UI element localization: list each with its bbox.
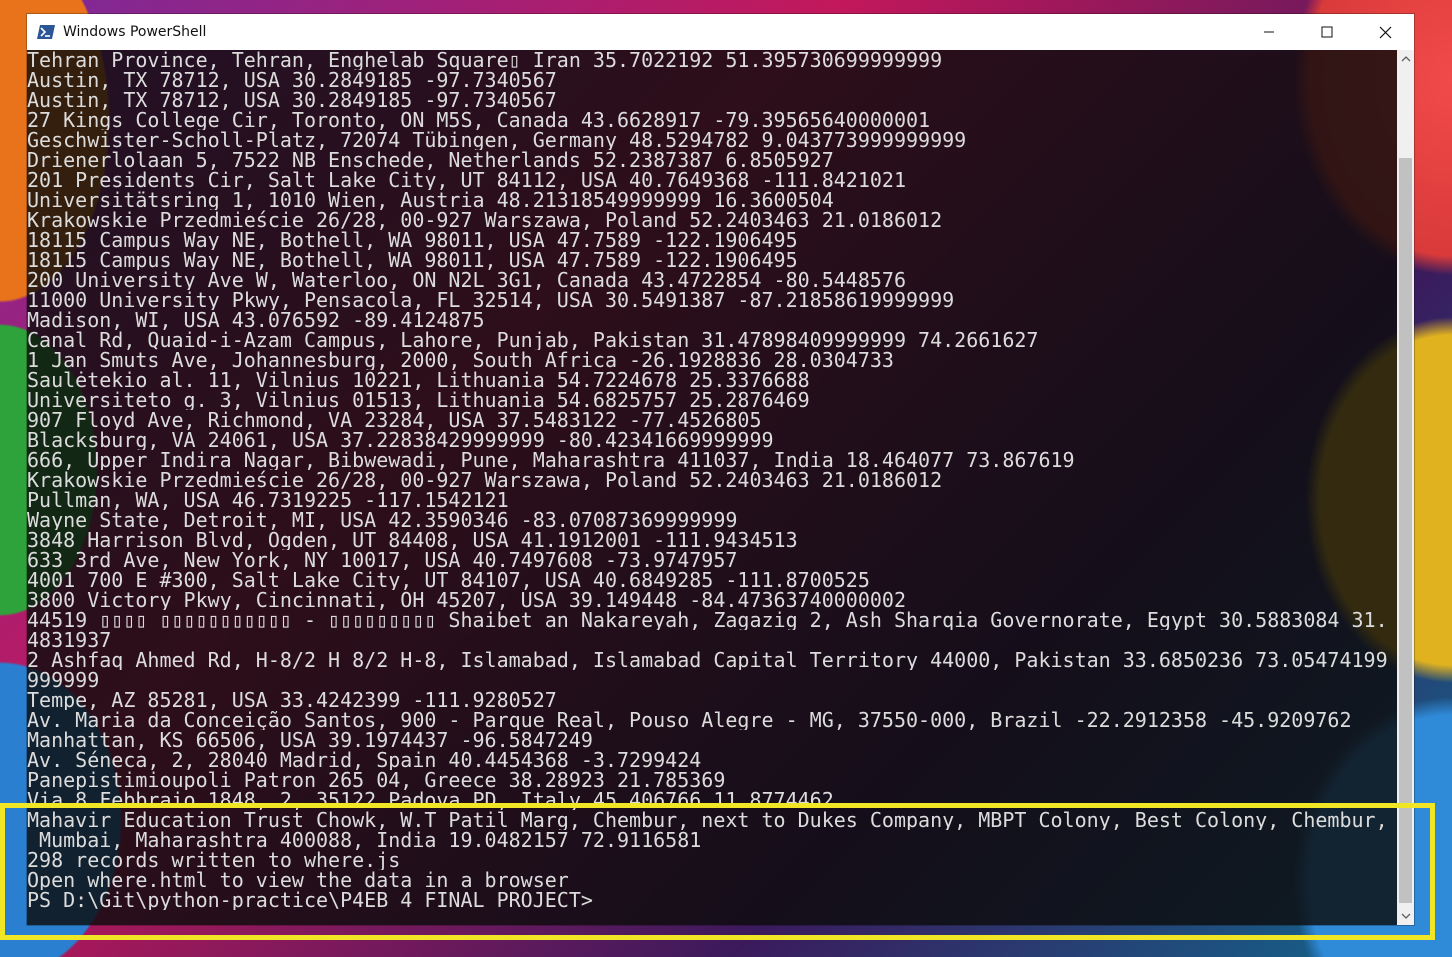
terminal-line: 201 Presidents Cir, Salt Lake City, UT 8…: [27, 170, 906, 190]
terminal-line: 907 Floyd Ave, Richmond, VA 23284, USA 3…: [27, 410, 762, 430]
terminal-output[interactable]: Tehran Province, Tehran, Enghelab Square…: [27, 50, 1397, 925]
minimize-icon[interactable]: [1240, 14, 1298, 50]
terminal-line: 4831937: [27, 630, 112, 650]
terminal-line: 1 Jan Smuts Ave, Johannesburg, 2000, Sou…: [27, 350, 894, 370]
close-icon[interactable]: [1356, 14, 1414, 50]
powershell-icon: [37, 25, 55, 39]
window-title: Windows PowerShell: [63, 24, 207, 40]
terminal-line: 3800 Victory Pkwy, Cincinnati, OH 45207,…: [27, 590, 906, 610]
title-bar[interactable]: Windows PowerShell: [27, 14, 1414, 50]
terminal-line: 18115 Campus Way NE, Bothell, WA 98011, …: [27, 250, 798, 270]
terminal-lines: Tehran Province, Tehran, Enghelab Square…: [27, 50, 1388, 910]
terminal-line: 666, Upper Indira Nagar, Bibwewadi, Pune…: [27, 450, 1075, 470]
terminal-line: Saulėtekio al. 11, Vilnius 10221, Lithua…: [27, 370, 810, 390]
terminal-line: Universiteto g. 3, Vilnius 01513, Lithua…: [27, 390, 810, 410]
terminal-line: Mumbai, Maharashtra 400088, India 19.048…: [27, 830, 702, 850]
terminal-line: 999999: [27, 670, 100, 690]
terminal-line: Krakowskie Przedmieście 26/28, 00-927 Wa…: [27, 470, 943, 490]
terminal-line: Av. Maria da Conceição Santos, 900 - Par…: [27, 710, 1352, 730]
terminal-line: Austin, TX 78712, USA 30.2849185 -97.734…: [27, 70, 557, 90]
terminal-line: 2 Ashfaq Ahmed Rd, H-8/2 H 8/2 H-8, Isla…: [27, 650, 1388, 670]
terminal-line: 11000 University Pkwy, Pensacola, FL 325…: [27, 290, 955, 310]
terminal-line: Manhattan, KS 66506, USA 39.1974437 -96.…: [27, 730, 593, 750]
terminal-line: 3848 Harrison Blvd, Ogden, UT 84408, USA…: [27, 530, 798, 550]
terminal-line: 633 3rd Ave, New York, NY 10017, USA 40.…: [27, 550, 738, 570]
terminal-line: Canal Rd, Quaid-i-Azam Campus, Lahore, P…: [27, 330, 1039, 350]
terminal-line: Tempe, AZ 85281, USA 33.4242399 -111.928…: [27, 690, 557, 710]
terminal-line: Geschwister-Scholl-Platz, 72074 Tübingen…: [27, 130, 967, 150]
scrollbar-thumb[interactable]: [1399, 158, 1412, 903]
terminal-line: Panepistimioupoli Patron 265 04, Greece …: [27, 770, 726, 790]
terminal-line: Austin, TX 78712, USA 30.2849185 -97.734…: [27, 90, 557, 110]
terminal-line: 200 University Ave W, Waterloo, ON N2L 3…: [27, 270, 906, 290]
maximize-icon[interactable]: [1298, 14, 1356, 50]
terminal-line: Mahavir Education Trust Chowk, W.T Patil…: [27, 810, 1388, 830]
terminal-line: Krakowskie Przedmieście 26/28, 00-927 Wa…: [27, 210, 943, 230]
terminal-line: Drienerlolaan 5, 7522 NB Enschede, Nethe…: [27, 150, 834, 170]
terminal-line: Pullman, WA, USA 46.7319225 -117.1542121: [27, 490, 509, 510]
terminal-line: Madison, WI, USA 43.076592 -89.4124875: [27, 310, 485, 330]
terminal-line: 27 Kings College Cir, Toronto, ON M5S, C…: [27, 110, 931, 130]
terminal-line: Av. Séneca, 2, 28040 Madrid, Spain 40.44…: [27, 750, 702, 770]
terminal-line: PS D:\Git\python-practice\P4EB_4_FINAL_P…: [27, 890, 593, 910]
terminal-line: Via 8 Febbraio 1848, 2, 35122 Padova PD,…: [27, 790, 834, 810]
terminal-line: 44519 ▯▯▯▯ ▯▯▯▯▯▯▯▯▯▯▯ - ▯▯▯▯▯▯▯▯▯ Shaib…: [27, 610, 1388, 630]
terminal-line: 298 records written to where.js: [27, 850, 401, 870]
terminal-line: Wayne State, Detroit, MI, USA 42.3590346…: [27, 510, 738, 530]
terminal-line: Tehran Province, Tehran, Enghelab Square…: [27, 50, 943, 70]
terminal-line: Blacksburg, VA 24061, USA 37.22838429999…: [27, 430, 774, 450]
powershell-window: Windows PowerShell Tehran Province, Tehr…: [27, 14, 1414, 925]
terminal-line: Universitätsring 1, 1010 Wien, Austria 4…: [27, 190, 834, 210]
window-controls: [1240, 14, 1414, 50]
chevron-up-icon[interactable]: [1397, 50, 1414, 67]
terminal-line: 4001 700 E #300, Salt Lake City, UT 8410…: [27, 570, 870, 590]
terminal-line: 18115 Campus Way NE, Bothell, WA 98011, …: [27, 230, 798, 250]
chevron-down-icon[interactable]: [1397, 908, 1414, 925]
terminal-line: Open where.html to view the data in a br…: [27, 870, 569, 890]
vertical-scrollbar[interactable]: [1397, 50, 1414, 925]
